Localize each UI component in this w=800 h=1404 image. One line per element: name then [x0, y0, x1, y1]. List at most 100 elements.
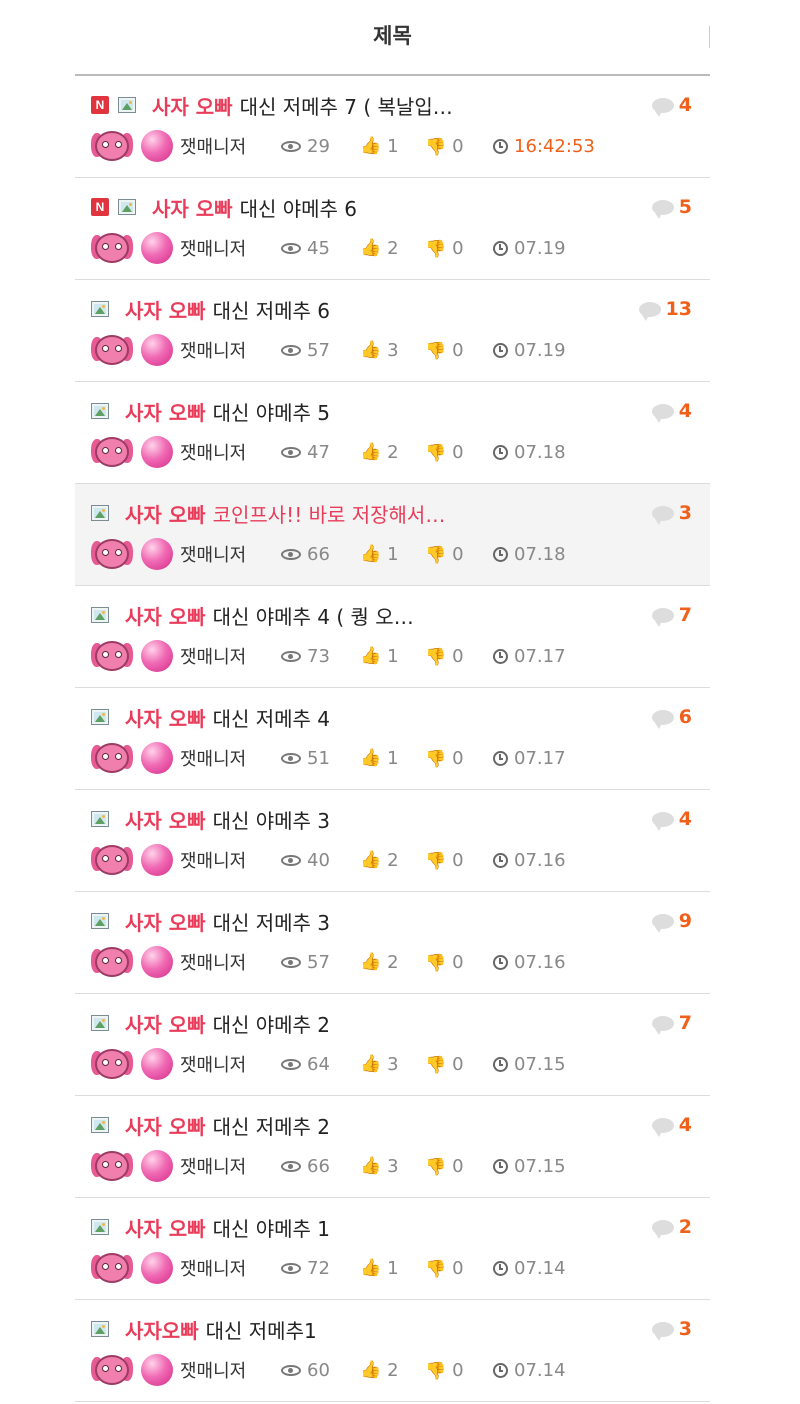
post-title[interactable]: 대신 저메추 3 — [213, 907, 330, 936]
comment-bubble-icon — [651, 199, 674, 219]
author-name[interactable]: 잿매니저 — [180, 133, 246, 159]
views-stat: 57 — [281, 945, 330, 979]
dislikes-stat: 👍 0 — [425, 537, 464, 571]
dislikes-count: 0 — [452, 1053, 464, 1075]
clock-icon — [493, 546, 508, 562]
post-row[interactable]: 사자 오빠 대신 야메추 1 2 잿매니저 72 👍 1 👍 0 07.14 — [75, 1198, 710, 1300]
image-icon — [118, 199, 136, 215]
post-title-line[interactable]: N 사자 오빠 대신 야메추 6 — [91, 192, 692, 222]
post-prefix: 사자 오빠 — [125, 808, 206, 833]
level-avatar-icon — [91, 333, 133, 367]
post-title-line[interactable]: 사자 오빠 대신 저메추 6 — [91, 294, 692, 324]
author-name[interactable]: 잿매니저 — [180, 643, 246, 669]
views-count: 57 — [307, 339, 330, 361]
comment-count[interactable]: 7 — [651, 600, 692, 630]
post-title-line[interactable]: N 사자 오빠 대신 저메추 7 ( 복날입… — [91, 90, 692, 120]
comment-count[interactable]: 2 — [651, 1212, 692, 1242]
post-row[interactable]: 사자 오빠 대신 저메추 3 9 잿매니저 57 👍 2 👍 0 07.16 — [75, 892, 710, 994]
author-name[interactable]: 잿매니저 — [180, 1255, 246, 1281]
author-name[interactable]: 잿매니저 — [180, 439, 246, 465]
thumbs-down-icon: 👍 — [425, 748, 447, 768]
post-title-line[interactable]: 사자 오빠 코인프사!! 바로 저장해서… — [91, 498, 692, 528]
post-title[interactable]: 대신 야메추 4 ( 퀑 오… — [213, 601, 414, 630]
time-stat: 07.19 — [493, 231, 566, 265]
views-count: 45 — [307, 237, 330, 259]
author-name[interactable]: 잿매니저 — [180, 541, 246, 567]
eye-icon — [281, 1262, 301, 1274]
post-title-line[interactable]: 사자 오빠 대신 야메추 3 — [91, 804, 692, 834]
post-title[interactable]: 대신 저메추 4 — [213, 703, 330, 732]
comment-count[interactable]: 4 — [651, 804, 692, 834]
comment-count[interactable]: 4 — [651, 90, 692, 120]
views-stat: 66 — [281, 1149, 330, 1183]
comment-count[interactable]: 13 — [638, 294, 692, 324]
comment-count-value: 5 — [678, 196, 692, 218]
level-avatar-icon — [91, 1251, 133, 1285]
likes-count: 1 — [387, 135, 399, 157]
dislikes-stat: 👍 0 — [425, 741, 464, 775]
post-title-line[interactable]: 사자 오빠 대신 저메추 3 — [91, 906, 692, 936]
post-title-line[interactable]: 사자 오빠 대신 야메추 5 — [91, 396, 692, 426]
post-row[interactable]: 사자 오빠 대신 야메추 5 4 잿매니저 47 👍 2 👍 0 07.18 — [75, 382, 710, 484]
post-title-line[interactable]: 사자 오빠 대신 저메추 2 — [91, 1110, 692, 1140]
post-time: 07.15 — [514, 1155, 566, 1177]
post-title-line[interactable]: 사자 오빠 대신 저메추 4 — [91, 702, 692, 732]
likes-count: 2 — [387, 441, 399, 463]
post-row[interactable]: 사자 오빠 대신 야메추 4 ( 퀑 오… 7 잿매니저 73 👍 1 👍 0 … — [75, 586, 710, 688]
clock-icon — [493, 750, 508, 766]
level-avatar-icon — [91, 945, 133, 979]
post-row[interactable]: 사자 오빠 대신 야메추 2 7 잿매니저 64 👍 3 👍 0 07.15 — [75, 994, 710, 1096]
post-title[interactable]: 대신 야메추 5 — [213, 397, 330, 426]
post-row[interactable]: 사자오빠 대신 저메추1 3 잿매니저 60 👍 2 👍 0 07.14 — [75, 1300, 710, 1402]
post-row[interactable]: 사자 오빠 코인프사!! 바로 저장해서… 3 잿매니저 66 👍 1 👍 0 … — [75, 484, 710, 586]
post-row[interactable]: 사자 오빠 대신 야메추 3 4 잿매니저 40 👍 2 👍 0 07.16 — [75, 790, 710, 892]
author-name[interactable]: 잿매니저 — [180, 1357, 246, 1383]
post-title-line[interactable]: 사자 오빠 대신 야메추 2 — [91, 1008, 692, 1038]
views-stat: 64 — [281, 1047, 330, 1081]
post-title[interactable]: 대신 저메추 6 — [213, 295, 330, 324]
post-title-line[interactable]: 사자 오빠 대신 야메추 4 ( 퀑 오… — [91, 600, 692, 630]
post-title[interactable]: 대신 야메추 1 — [213, 1213, 330, 1242]
dislikes-stat: 👍 0 — [425, 945, 464, 979]
post-title-line[interactable]: 사자 오빠 대신 야메추 1 — [91, 1212, 692, 1242]
comment-count[interactable]: 4 — [651, 1110, 692, 1140]
post-title[interactable]: 대신 야메추 2 — [213, 1009, 330, 1038]
author-name[interactable]: 잿매니저 — [180, 847, 246, 873]
author-name[interactable]: 잿매니저 — [180, 745, 246, 771]
post-title-line[interactable]: 사자오빠 대신 저메추1 — [91, 1314, 692, 1344]
eye-icon — [281, 548, 301, 560]
post-title[interactable]: 대신 저메추 7 ( 복날입… — [240, 91, 453, 120]
comment-count[interactable]: 3 — [651, 498, 692, 528]
post-row[interactable]: 사자 오빠 대신 저메추 4 6 잿매니저 51 👍 1 👍 0 07.17 — [75, 688, 710, 790]
post-title[interactable]: 코인프사!! 바로 저장해서… — [213, 499, 446, 528]
post-row[interactable]: 사자 오빠 대신 저메추 2 4 잿매니저 66 👍 3 👍 0 07.15 — [75, 1096, 710, 1198]
profile-avatar — [141, 844, 173, 876]
profile-avatar — [141, 640, 173, 672]
comment-count[interactable]: 3 — [651, 1314, 692, 1344]
author-name[interactable]: 잿매니저 — [180, 235, 246, 261]
comment-count-value: 4 — [678, 1114, 692, 1136]
comment-count[interactable]: 4 — [651, 396, 692, 426]
post-title[interactable]: 대신 저메추 2 — [213, 1111, 330, 1140]
author-name[interactable]: 잿매니저 — [180, 1051, 246, 1077]
post-time: 07.16 — [514, 849, 566, 871]
post-title[interactable]: 대신 야메추 3 — [213, 805, 330, 834]
likes-count: 2 — [387, 1359, 399, 1381]
comment-bubble-icon — [651, 1117, 674, 1137]
comment-count[interactable]: 6 — [651, 702, 692, 732]
author-name[interactable]: 잿매니저 — [180, 1153, 246, 1179]
post-prefix: 사자 오빠 — [125, 298, 206, 323]
eye-icon — [281, 1160, 301, 1172]
post-row[interactable]: N 사자 오빠 대신 야메추 6 5 잿매니저 45 👍 2 👍 0 07.19 — [75, 178, 710, 280]
post-title[interactable]: 대신 저메추1 — [206, 1315, 317, 1344]
comment-count[interactable]: 5 — [651, 192, 692, 222]
post-row[interactable]: 사자 오빠 대신 저메추 6 13 잿매니저 57 👍 3 👍 0 07.19 — [75, 280, 710, 382]
post-title[interactable]: 대신 야메추 6 — [240, 193, 357, 222]
author-name[interactable]: 잿매니저 — [180, 949, 246, 975]
post-row[interactable]: N 사자 오빠 대신 저메추 7 ( 복날입… 4 잿매니저 29 👍 1 👍 … — [75, 76, 710, 178]
author-name[interactable]: 잿매니저 — [180, 337, 246, 363]
profile-avatar — [141, 538, 173, 570]
post-prefix: 사자 오빠 — [125, 502, 206, 527]
comment-count[interactable]: 7 — [651, 1008, 692, 1038]
comment-count[interactable]: 9 — [651, 906, 692, 936]
